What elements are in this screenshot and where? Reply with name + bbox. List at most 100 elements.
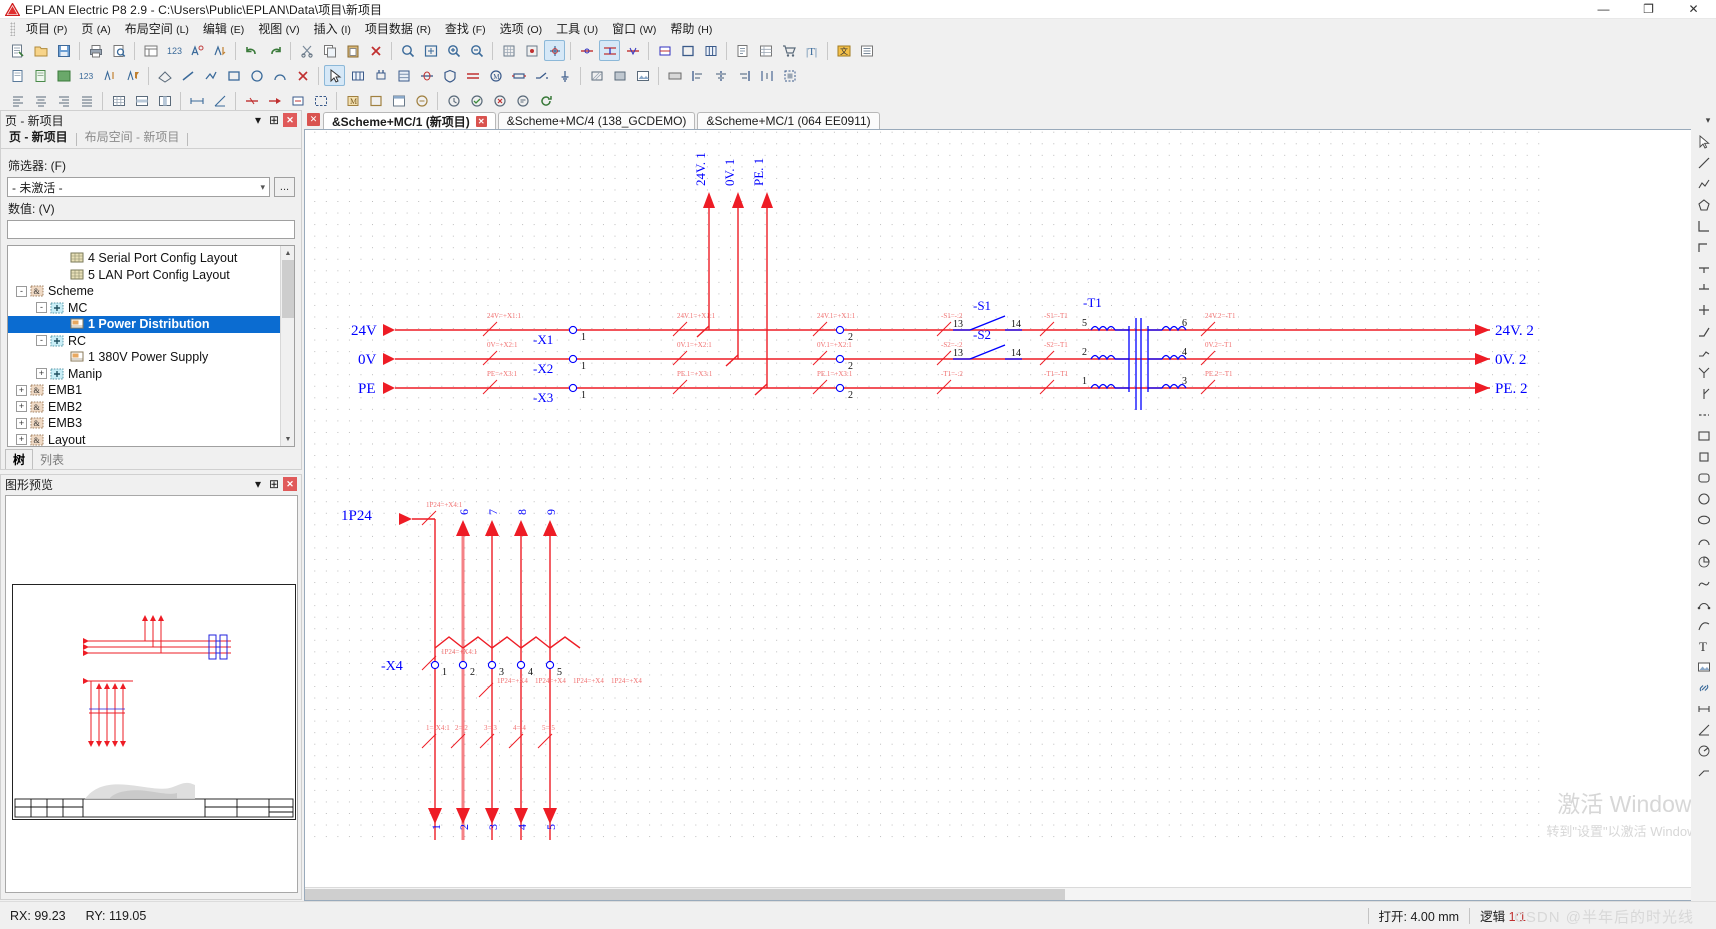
tree-item-rc[interactable]: - RC bbox=[8, 333, 294, 350]
dbl-branch-tool-icon[interactable] bbox=[1693, 341, 1714, 362]
measure-icon[interactable] bbox=[154, 65, 175, 86]
text-align-left-icon[interactable] bbox=[7, 90, 28, 111]
select-mode-icon[interactable] bbox=[324, 65, 345, 86]
tee-down-tool-icon[interactable] bbox=[1693, 278, 1714, 299]
dimension-tool-icon[interactable] bbox=[1693, 698, 1714, 719]
graphic-preview-canvas[interactable] bbox=[5, 495, 298, 893]
square-tool-icon[interactable] bbox=[1693, 446, 1714, 467]
revision-marker-icon[interactable] bbox=[466, 90, 487, 111]
text-insert-icon[interactable]: |T| bbox=[801, 40, 822, 61]
line-tool-icon[interactable] bbox=[1693, 152, 1714, 173]
symbol-insert-icon[interactable] bbox=[654, 40, 675, 61]
new-project-icon[interactable] bbox=[7, 40, 28, 61]
align-center-icon[interactable] bbox=[710, 65, 731, 86]
text-align-center-icon[interactable] bbox=[30, 90, 51, 111]
leader-tool-icon[interactable] bbox=[1693, 761, 1714, 782]
print-icon[interactable] bbox=[85, 40, 106, 61]
menu-help[interactable]: 帮助 (H) bbox=[663, 18, 719, 39]
table-icon[interactable] bbox=[108, 90, 129, 111]
fuse-icon[interactable] bbox=[508, 65, 529, 86]
tree-item-emb3[interactable]: + & EMB3 bbox=[8, 415, 294, 432]
image-insert-icon[interactable] bbox=[632, 65, 653, 86]
tree-expander-expand-icon[interactable]: + bbox=[36, 368, 47, 380]
spline-tool-icon[interactable] bbox=[1693, 572, 1714, 593]
redo-icon[interactable] bbox=[264, 40, 285, 61]
macro-insert-icon[interactable]: M bbox=[342, 90, 363, 111]
doc-tab-close-icon[interactable]: ✕ bbox=[475, 115, 487, 127]
tab-layout-space[interactable]: 布局空间 - 新项目 bbox=[81, 126, 186, 148]
connection-definition-icon[interactable] bbox=[241, 90, 262, 111]
hatching-icon[interactable] bbox=[586, 65, 607, 86]
tree-item-mc[interactable]: - MC bbox=[8, 300, 294, 317]
menu-tools[interactable]: 工具 (U) bbox=[549, 18, 605, 39]
maximize-button[interactable]: ❐ bbox=[1626, 0, 1671, 19]
branch-tool-icon[interactable] bbox=[1693, 320, 1714, 341]
align-right-icon[interactable] bbox=[733, 65, 754, 86]
menu-projectdata[interactable]: 项目数据 (R) bbox=[358, 18, 438, 39]
terminal-icon[interactable] bbox=[700, 40, 721, 61]
device-sort-icon[interactable] bbox=[99, 65, 120, 86]
menu-view[interactable]: 视图 (V) bbox=[251, 18, 306, 39]
image-tool-icon[interactable] bbox=[1693, 656, 1714, 677]
group-icon[interactable] bbox=[779, 65, 800, 86]
plug-icon[interactable] bbox=[370, 65, 391, 86]
tree-item-layout[interactable]: + & Layout bbox=[8, 432, 294, 446]
tree-expander-expand-icon[interactable]: + bbox=[16, 384, 27, 396]
angle-branch-tool-icon[interactable] bbox=[1693, 362, 1714, 383]
align-left-icon[interactable] bbox=[687, 65, 708, 86]
pe-symbol-icon[interactable] bbox=[554, 65, 575, 86]
path-tool-icon[interactable] bbox=[1693, 614, 1714, 635]
window-macro-icon[interactable] bbox=[388, 90, 409, 111]
filter-combo[interactable]: - 未激活 - ▾ bbox=[7, 177, 270, 197]
scroll-down-icon[interactable]: ▼ bbox=[281, 432, 294, 446]
revision-icon[interactable] bbox=[443, 90, 464, 111]
menu-edit[interactable]: 编辑 (E) bbox=[196, 18, 251, 39]
panel-pin-button[interactable]: ⊞ bbox=[267, 113, 281, 127]
preview-pin-button[interactable]: ⊞ bbox=[267, 477, 281, 491]
zoom-all-icon[interactable] bbox=[420, 40, 441, 61]
menu-insert[interactable]: 插入 (I) bbox=[307, 18, 358, 39]
polygon-tool-icon[interactable] bbox=[1693, 194, 1714, 215]
shield-icon[interactable] bbox=[439, 65, 460, 86]
rounded-rect-tool-icon[interactable] bbox=[1693, 467, 1714, 488]
tree-item-lan-port-config-layout[interactable]: 5 LAN Port Config Layout bbox=[8, 267, 294, 284]
table-col-icon[interactable] bbox=[154, 90, 175, 111]
table-row-icon[interactable] bbox=[131, 90, 152, 111]
dimension-icon[interactable] bbox=[186, 90, 207, 111]
device-numbering-icon[interactable]: 123 bbox=[76, 65, 97, 86]
undo-icon[interactable] bbox=[241, 40, 262, 61]
interruption-point-icon[interactable] bbox=[264, 90, 285, 111]
circle-tool-icon[interactable] bbox=[1693, 488, 1714, 509]
value-input[interactable] bbox=[7, 220, 295, 239]
doc-tab-scheme-mc-1-new-project[interactable]: &Scheme+MC/1 (新项目) ✕ bbox=[323, 112, 496, 129]
cable-icon[interactable] bbox=[416, 65, 437, 86]
tree-item-380v-power-supply[interactable]: 1 380V Power Supply bbox=[8, 349, 294, 366]
tab-pages[interactable]: 页 - 新项目 bbox=[5, 126, 74, 148]
mounting-panel-icon[interactable] bbox=[664, 65, 685, 86]
arc-tool-icon[interactable] bbox=[1693, 530, 1714, 551]
page-open-icon[interactable] bbox=[30, 65, 51, 86]
menu-page[interactable]: 页 (A) bbox=[74, 18, 117, 39]
menu-project[interactable]: 项目 (P) bbox=[19, 18, 74, 39]
tree-item-manip[interactable]: + Manip bbox=[8, 366, 294, 383]
blackbox-icon[interactable] bbox=[677, 40, 698, 61]
radius-dimension-tool-icon[interactable] bbox=[1693, 740, 1714, 761]
panel-autohide-button[interactable]: ▾ bbox=[251, 113, 265, 127]
paste-icon[interactable] bbox=[342, 40, 363, 61]
translate-icon[interactable]: 文 bbox=[833, 40, 854, 61]
open-project-icon[interactable] bbox=[30, 40, 51, 61]
numbering-icon[interactable]: 123 bbox=[163, 40, 184, 61]
bus-icon[interactable] bbox=[462, 65, 483, 86]
status-logic[interactable]: 逻辑 1:1 bbox=[1470, 906, 1536, 925]
zoom-out-icon[interactable] bbox=[466, 40, 487, 61]
page-new-icon[interactable] bbox=[7, 65, 28, 86]
scrollbar-thumb[interactable] bbox=[282, 260, 294, 318]
circle-icon[interactable] bbox=[246, 65, 267, 86]
text-tool-icon[interactable]: T bbox=[1693, 635, 1714, 656]
device-tag-icon[interactable] bbox=[186, 40, 207, 61]
report-icon[interactable] bbox=[732, 40, 753, 61]
canvas-horizontal-scrollbar[interactable] bbox=[305, 887, 1715, 900]
hyperlink-tool-icon[interactable] bbox=[1693, 677, 1714, 698]
angle-dimension-icon[interactable] bbox=[209, 90, 230, 111]
zoom-in-icon[interactable] bbox=[443, 40, 464, 61]
